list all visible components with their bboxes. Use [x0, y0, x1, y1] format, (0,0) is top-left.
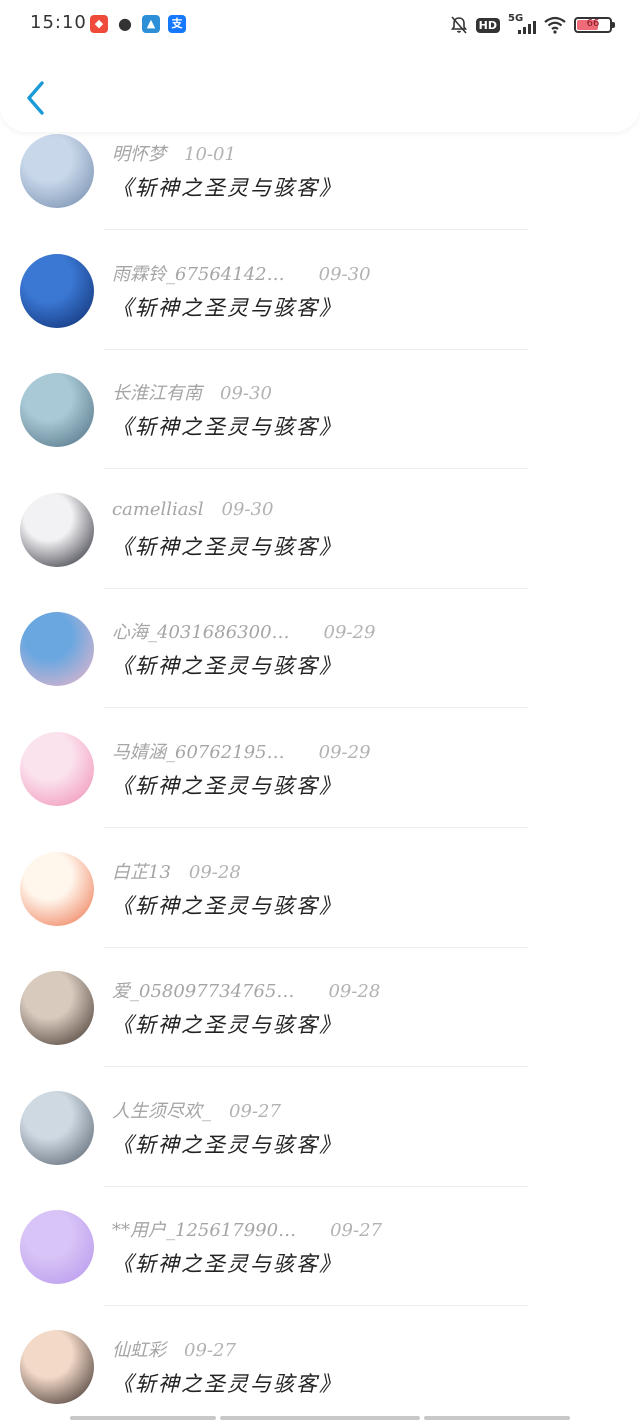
- app-notification-icon: ▲: [142, 15, 160, 33]
- comment-text: 《斩神之圣灵与骇客》: [112, 1371, 342, 1396]
- avatar[interactable]: [20, 612, 94, 687]
- comment-text: 《斩神之圣灵与骇客》: [112, 893, 342, 918]
- comment-list: 明怀梦 10-01 《斩神之圣灵与骇客》 雨霖铃_67564142… 09-30 《斩神之…: [0, 130, 640, 1422]
- comment-meta: **用户_125617990… 09-27: [112, 1216, 382, 1242]
- back-button[interactable]: [18, 78, 54, 118]
- comment-meta: 长淮江有南 09-30: [112, 379, 272, 405]
- comment-date: 09-27: [229, 1100, 281, 1122]
- divider: [104, 1066, 528, 1068]
- top-bar: 15:10 ◆ ● ▲ 支 HD 5G 66: [0, 0, 640, 132]
- status-icons: HD 5G 66: [450, 13, 615, 37]
- comment-meta: 爱_058097734765… 09-28: [112, 977, 381, 1003]
- avatar[interactable]: [20, 1090, 94, 1165]
- comment-date: 09-30: [318, 263, 371, 285]
- avatar[interactable]: [20, 1210, 94, 1285]
- mute-bell-icon: [450, 16, 467, 34]
- comment-text: 《斩神之圣灵与骇客》: [112, 415, 342, 440]
- comment-date: 10-01: [184, 144, 236, 165]
- gesture-bar: [70, 1416, 216, 1420]
- app-notification-icon: ◆: [90, 15, 108, 33]
- cell-signal-icon: 5G: [508, 13, 536, 35]
- username[interactable]: 马婧涵_60762195…: [112, 742, 285, 763]
- gesture-bar: [424, 1416, 570, 1420]
- avatar[interactable]: [20, 253, 94, 328]
- comment-text: 《斩神之圣灵与骇客》: [112, 176, 342, 200]
- wifi-icon: [544, 16, 566, 34]
- list-item[interactable]: 仙虹彩 09-27 《斩神之圣灵与骇客》: [0, 1326, 640, 1422]
- divider: [104, 1305, 528, 1307]
- gesture-bar: [220, 1416, 420, 1420]
- comment-date: 09-28: [328, 981, 381, 1003]
- username[interactable]: 爱_058097734765…: [112, 981, 294, 1002]
- comment-meta: 白芷13 09-28: [112, 858, 241, 883]
- comment-date: 09-27: [330, 1220, 382, 1242]
- divider: [104, 826, 528, 828]
- list-item[interactable]: 心海_4031686300… 09-29 《斩神之圣灵与骇客》: [0, 608, 640, 728]
- comment-text: 《斩神之圣灵与骇客》: [112, 295, 342, 320]
- comment-text: 《斩神之圣灵与骇客》: [112, 654, 342, 679]
- comment-date: 09-28: [188, 861, 241, 883]
- alipay-icon: 支: [168, 15, 186, 33]
- comment-text: 《斩神之圣灵与骇客》: [112, 1013, 342, 1038]
- battery-icon: 66: [574, 17, 615, 33]
- list-item[interactable]: **用户_125617990… 09-27 《斩神之圣灵与骇客》: [0, 1206, 640, 1326]
- status-time: 15:10: [30, 12, 87, 33]
- divider: [104, 946, 528, 948]
- avatar[interactable]: [20, 971, 94, 1046]
- comment-date: 09-29: [318, 741, 371, 763]
- username[interactable]: 长淮江有南: [112, 383, 202, 404]
- comment-meta: 雨霖铃_67564142… 09-30: [112, 260, 371, 285]
- divider: [104, 468, 528, 470]
- avatar[interactable]: [20, 134, 94, 208]
- comment-text: 《斩神之圣灵与骇客》: [112, 1252, 342, 1277]
- list-item[interactable]: 马婧涵_60762195… 09-29 《斩神之圣灵与骇客》: [0, 728, 640, 848]
- comment-text: 《斩神之圣灵与骇客》: [112, 534, 342, 559]
- comment-list-screen: 15:10 ◆ ● ▲ 支 HD 5G 66 明怀梦 10-01 《斩神之圣灵与…: [0, 0, 640, 1422]
- comment-text: 《斩神之圣灵与骇客》: [112, 1132, 342, 1157]
- comment-meta: 人生须尽欢_ 09-27: [112, 1097, 281, 1122]
- wechat-icon: ●: [118, 14, 132, 33]
- comment-meta: 马婧涵_60762195… 09-29: [112, 738, 371, 763]
- username[interactable]: **用户_125617990…: [112, 1220, 296, 1241]
- list-item[interactable]: 白芷13 09-28 《斩神之圣灵与骇客》: [0, 848, 640, 968]
- list-item[interactable]: camelliasl 09-30 《斩神之圣灵与骇客》: [0, 489, 640, 609]
- list-item[interactable]: 人生须尽欢_ 09-27 《斩神之圣灵与骇客》: [0, 1087, 640, 1207]
- username[interactable]: 明怀梦: [112, 144, 166, 165]
- username[interactable]: 心海_4031686300…: [112, 622, 290, 643]
- comment-text: 《斩神之圣灵与骇客》: [112, 773, 342, 798]
- username[interactable]: camelliasl: [112, 499, 204, 520]
- comment-meta: 仙虹彩 09-27: [112, 1336, 236, 1361]
- username[interactable]: 雨霖铃_67564142…: [112, 264, 285, 285]
- avatar[interactable]: [20, 731, 94, 806]
- hd-badge: HD: [475, 17, 500, 33]
- username[interactable]: 人生须尽欢_: [112, 1101, 211, 1122]
- comment-meta: 心海_4031686300… 09-29: [112, 618, 376, 644]
- chevron-left-icon: [27, 81, 44, 115]
- comment-meta: camelliasl 09-30: [112, 499, 273, 523]
- list-item[interactable]: 爱_058097734765… 09-28 《斩神之圣灵与骇客》: [0, 967, 640, 1087]
- list-item[interactable]: 雨霖铃_67564142… 09-30 《斩神之圣灵与骇客》: [0, 250, 640, 370]
- avatar[interactable]: [20, 373, 94, 448]
- divider: [104, 707, 528, 709]
- divider: [104, 587, 528, 589]
- comment-date: 09-29: [323, 622, 376, 644]
- username[interactable]: 仙虹彩: [112, 1340, 166, 1361]
- list-item[interactable]: 长淮江有南 09-30 《斩神之圣灵与骇客》: [0, 369, 640, 489]
- avatar[interactable]: [20, 1329, 94, 1404]
- divider: [104, 1185, 528, 1187]
- comment-date: 09-30: [221, 498, 274, 520]
- comment-meta: 明怀梦 10-01: [112, 140, 236, 165]
- username[interactable]: 白芷13: [112, 862, 171, 883]
- avatar[interactable]: [20, 851, 94, 926]
- status-bar: 15:10 ◆ ● ▲ 支 HD 5G 66: [0, 0, 640, 50]
- divider: [104, 348, 528, 350]
- list-item[interactable]: 明怀梦 10-01 《斩神之圣灵与骇客》: [0, 130, 640, 250]
- comment-date: 09-27: [184, 1339, 236, 1361]
- divider: [104, 229, 528, 230]
- avatar[interactable]: [20, 492, 94, 567]
- comment-date: 09-30: [220, 383, 272, 405]
